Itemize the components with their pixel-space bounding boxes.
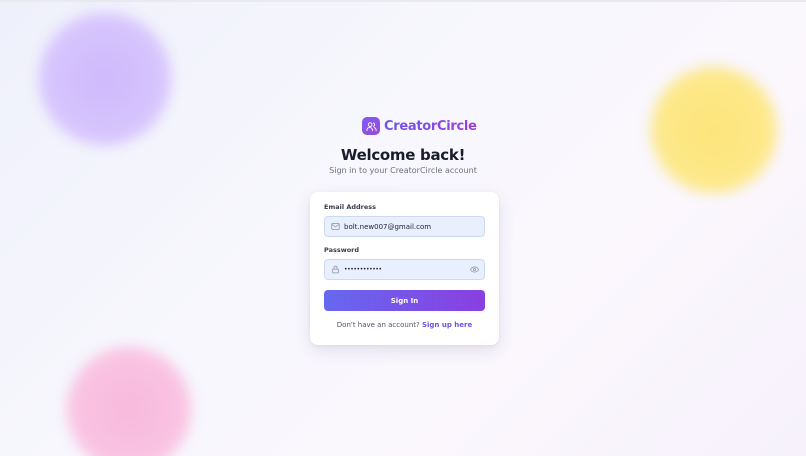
page-subtitle: Sign in to your CreatorCircle account — [329, 166, 477, 175]
password-field[interactable]: •••••••••••• — [324, 259, 485, 280]
brand: CreatorCircle — [362, 117, 477, 135]
decorative-purple-blob — [38, 12, 172, 146]
page-title: Welcome back! — [340, 146, 466, 164]
email-label: Email Address — [324, 203, 377, 211]
decorative-pink-blob — [66, 346, 192, 456]
users-icon — [362, 117, 380, 135]
password-value[interactable]: •••••••••••• — [344, 266, 469, 273]
top-border — [0, 0, 806, 2]
sign-in-button[interactable]: Sign In — [324, 290, 485, 311]
eye-icon[interactable] — [469, 265, 479, 275]
signup-prompt: Don't have an account? — [336, 321, 420, 329]
login-card: Email Address bolt.new007@gmail.com Pass… — [310, 192, 499, 345]
lock-icon — [330, 265, 340, 275]
brand-name: CreatorCircle — [384, 118, 477, 134]
mail-icon — [330, 222, 340, 232]
email-field[interactable]: bolt.new007@gmail.com — [324, 216, 485, 237]
email-value[interactable]: bolt.new007@gmail.com — [344, 223, 484, 231]
signup-link[interactable]: Sign up here — [422, 321, 472, 329]
password-label: Password — [324, 246, 360, 254]
signup-prompt-line: Don't have an account? Sign up here — [310, 321, 499, 329]
